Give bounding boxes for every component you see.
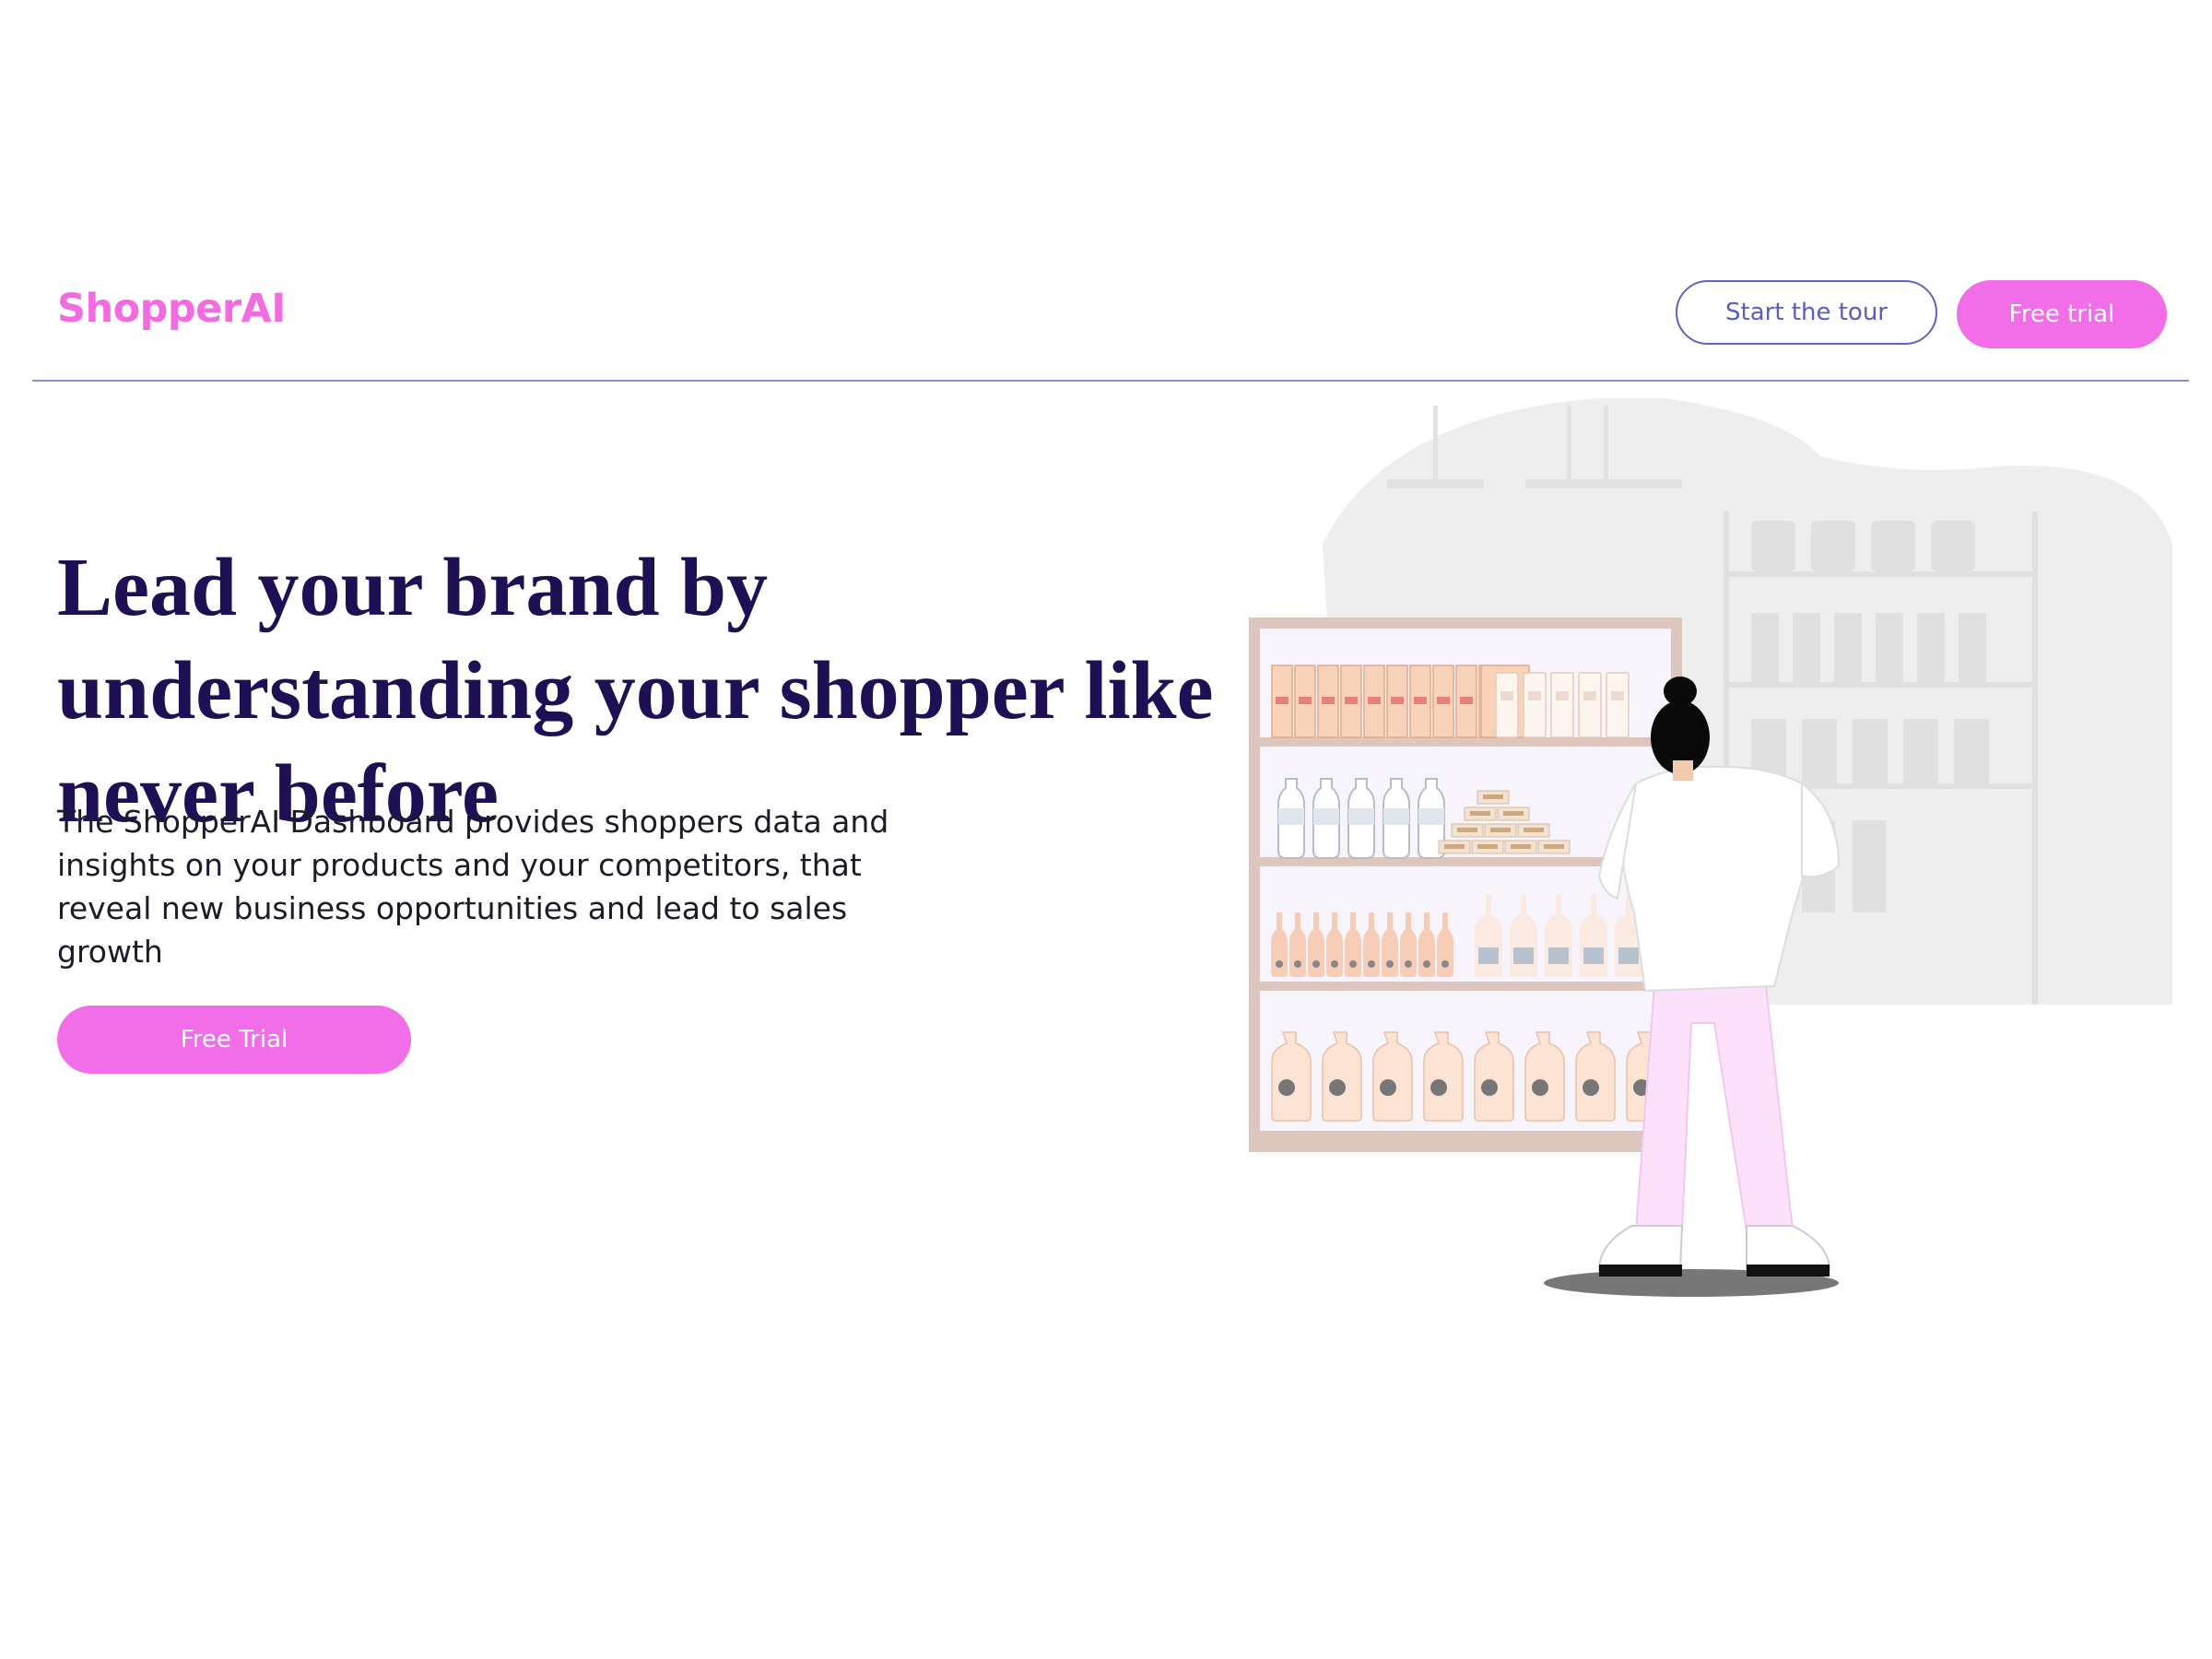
shopper-illustration <box>1249 398 2172 1297</box>
free-trial-button[interactable]: Free trial <box>1957 280 2167 348</box>
start-tour-button[interactable]: Start the tour <box>1676 280 1937 345</box>
landing-page: ShopperAI Start the tour Free trial Lead… <box>32 249 2189 1419</box>
site-header: ShopperAI Start the tour Free trial <box>32 249 2189 382</box>
hero-free-trial-button[interactable]: Free Trial <box>57 1006 411 1074</box>
hero-description: The ShopperAI Dashboard provides shopper… <box>57 804 889 970</box>
shopperai-logo[interactable]: ShopperAI <box>57 286 286 332</box>
